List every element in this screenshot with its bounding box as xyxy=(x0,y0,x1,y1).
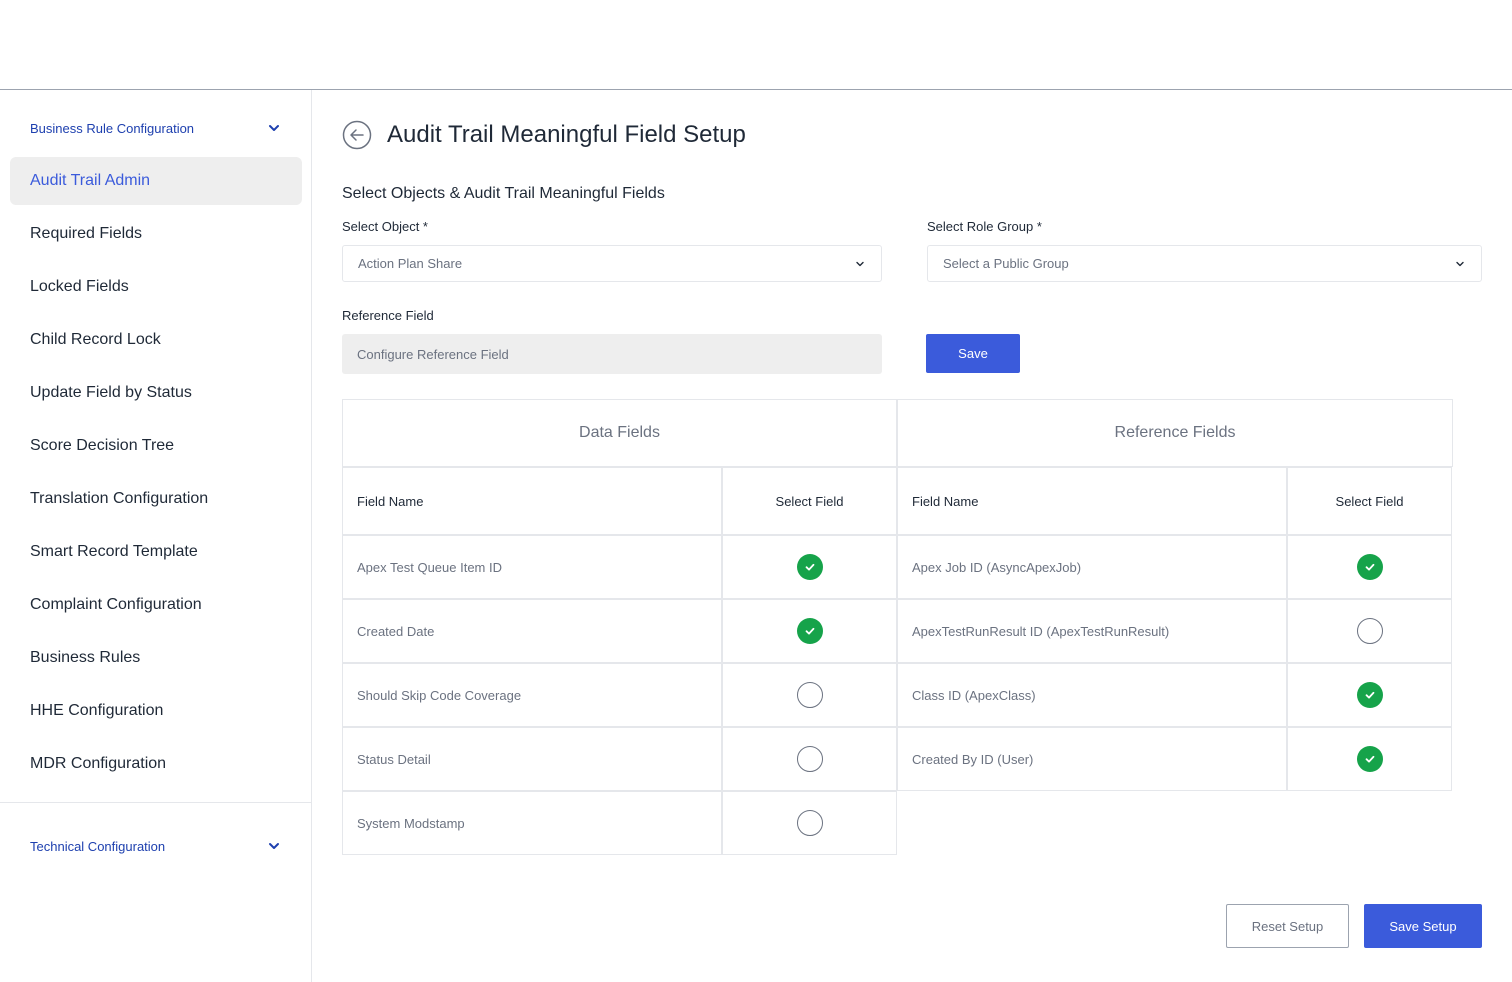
sidebar-item-label: Complaint Configuration xyxy=(30,596,202,613)
data-field-select-cell xyxy=(722,791,897,855)
data-fields-header: Data Fields xyxy=(342,399,897,467)
data-field-select-cell xyxy=(722,727,897,791)
data-field-select-cell xyxy=(722,599,897,663)
save-setup-button[interactable]: Save Setup xyxy=(1364,904,1482,948)
sidebar-item-label: MDR Configuration xyxy=(30,755,167,772)
reference-field-select-cell xyxy=(1287,535,1452,599)
data-field-checkbox-checked[interactable] xyxy=(796,554,823,580)
select-role-group-label: Select Role Group * xyxy=(927,219,1042,234)
sidebar-item-label: Translation Configuration xyxy=(30,490,209,507)
reference-field-select-cell xyxy=(1287,599,1452,663)
save-button[interactable]: Save xyxy=(926,334,1020,373)
reference-field-name: Apex Job ID (AsyncApexJob) xyxy=(897,535,1287,599)
data-field-name: Created Date xyxy=(342,599,722,663)
checkmark-icon xyxy=(805,563,814,571)
data-field-checkbox-unchecked[interactable] xyxy=(796,810,823,836)
data-field-checkbox-unchecked[interactable] xyxy=(796,682,823,708)
sidebar-item-audit-trail-admin[interactable]: Audit Trail Admin xyxy=(10,157,302,205)
sidebar-nav: Audit Trail Admin Required Fields Locked F… xyxy=(10,157,302,793)
sidebar-item-required-fields[interactable]: Required Fields xyxy=(10,210,302,258)
data-field-name-column-header: Field Name xyxy=(342,467,722,535)
section-label: Technical Configuration xyxy=(30,838,166,854)
select-object-dropdown[interactable]: Action Plan Share xyxy=(342,245,882,282)
reference-field-checkbox-checked[interactable] xyxy=(1356,682,1383,708)
data-field-checkbox-checked[interactable] xyxy=(796,618,823,644)
reference-field-name: ApexTestRunResult ID (ApexTestRunResult) xyxy=(897,599,1287,663)
sidebar-item-label: Business Rules xyxy=(30,649,141,666)
data-field-checkbox-unchecked[interactable] xyxy=(796,746,823,772)
top-bar xyxy=(0,0,1512,90)
checkmark-icon xyxy=(1365,755,1374,763)
sidebar-item-label: Audit Trail Admin xyxy=(30,172,151,189)
section-label: Business Rule Configuration xyxy=(30,120,195,136)
sidebar-item-locked-fields[interactable]: Locked Fields xyxy=(10,263,302,311)
reference-field-name-column-header: Field Name xyxy=(897,467,1287,535)
reference-field-checkbox-checked[interactable] xyxy=(1356,746,1383,772)
reference-field-name: Class ID (ApexClass) xyxy=(897,663,1287,727)
chevron-down-icon xyxy=(1456,261,1464,266)
section-subtitle: Select Objects & Audit Trail Meaningful … xyxy=(342,185,665,202)
sidebar-item-label: HHE Configuration xyxy=(30,702,164,719)
page-title: Audit Trail Meaningful Field Setup xyxy=(387,121,746,148)
chevron-down-icon xyxy=(269,125,279,131)
sidebar-item-label: Smart Record Template xyxy=(30,543,198,560)
reference-field-checkbox-unchecked[interactable] xyxy=(1356,618,1383,644)
reference-field-select-cell xyxy=(1287,727,1452,791)
reset-setup-button[interactable]: Reset Setup xyxy=(1226,904,1349,948)
sidebar-item-label: Required Fields xyxy=(30,225,143,242)
sidebar: Business Rule Configuration Audit Trail … xyxy=(0,90,312,982)
sidebar-item-child-record-lock[interactable]: Child Record Lock xyxy=(10,316,302,364)
data-field-name: Apex Test Queue Item ID xyxy=(342,535,722,599)
reference-field-select-cell xyxy=(1287,663,1452,727)
sidebar-item-label: Locked Fields xyxy=(30,278,129,295)
sidebar-item-hhe-configuration[interactable]: HHE Configuration xyxy=(10,687,302,735)
sidebar-item-label: Score Decision Tree xyxy=(30,437,175,454)
data-field-name: Should Skip Code Coverage xyxy=(342,663,722,727)
checkmark-icon xyxy=(1365,691,1374,699)
checkmark-icon xyxy=(805,627,814,635)
section-business-rule-configuration[interactable]: Business Rule Configuration xyxy=(0,108,311,148)
chevron-down-icon xyxy=(856,261,864,266)
sidebar-item-label: Update Field by Status xyxy=(30,384,192,401)
checkmark-icon xyxy=(1365,563,1374,571)
sidebar-item-score-decision-tree[interactable]: Score Decision Tree xyxy=(10,422,302,470)
data-field-select-cell xyxy=(722,663,897,727)
reference-field-name: Created By ID (User) xyxy=(897,727,1287,791)
select-role-group-placeholder: Select a Public Group xyxy=(943,256,1069,271)
select-object-value: Action Plan Share xyxy=(358,256,463,271)
data-field-name: Status Detail xyxy=(342,727,722,791)
data-field-select-cell xyxy=(722,535,897,599)
sidebar-item-translation-configuration[interactable]: Translation Configuration xyxy=(10,475,302,523)
select-role-group-dropdown[interactable]: Select a Public Group xyxy=(927,245,1482,282)
reference-select-field-column-header: Select Field xyxy=(1287,467,1452,535)
reference-field-label: Reference Field xyxy=(342,308,434,323)
main-content: Audit Trail Meaningful Field Setup Selec… xyxy=(312,90,1512,982)
reference-fields-header: Reference Fields xyxy=(897,399,1453,467)
arrow-left-circle-icon[interactable] xyxy=(342,120,372,150)
sidebar-item-business-rules[interactable]: Business Rules xyxy=(10,634,302,682)
section-technical-configuration[interactable]: Technical Configuration xyxy=(0,826,311,866)
reference-field-input[interactable] xyxy=(342,334,882,374)
divider xyxy=(0,802,311,803)
sidebar-item-label: Child Record Lock xyxy=(30,331,161,348)
select-object-label: Select Object * xyxy=(342,219,428,234)
sidebar-item-smart-record-template[interactable]: Smart Record Template xyxy=(10,528,302,576)
data-select-field-column-header: Select Field xyxy=(722,467,897,535)
sidebar-item-update-field-by-status[interactable]: Update Field by Status xyxy=(10,369,302,417)
sidebar-item-complaint-configuration[interactable]: Complaint Configuration xyxy=(10,581,302,629)
chevron-down-icon xyxy=(269,843,279,849)
sidebar-item-mdr-configuration[interactable]: MDR Configuration xyxy=(10,740,302,788)
reference-field-checkbox-checked[interactable] xyxy=(1356,554,1383,580)
data-field-name: System Modstamp xyxy=(342,791,722,855)
